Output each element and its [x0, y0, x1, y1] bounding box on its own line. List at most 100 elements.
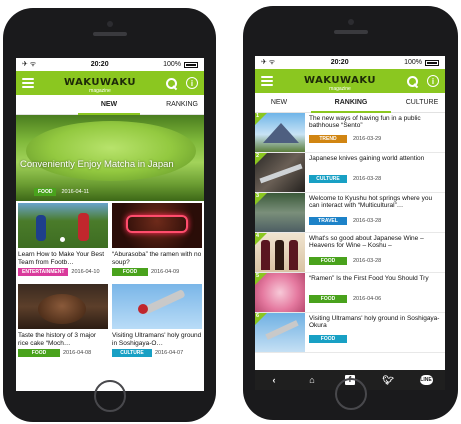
knife-image: 2	[255, 153, 305, 192]
home-icon[interactable]: ⌂	[304, 374, 320, 386]
back-icon[interactable]: ‹	[266, 374, 282, 386]
category-badge: TRAVEL	[309, 217, 347, 225]
category-badge: CULTURE	[112, 349, 152, 357]
article-card[interactable]: Learn How to Make Your Best Team from Fo…	[16, 201, 110, 282]
status-time: 20:20	[90, 61, 109, 68]
battery-percent: 100%	[163, 61, 181, 68]
article-date: 2016-04-10	[71, 269, 100, 275]
info-icon[interactable]: i	[186, 77, 198, 89]
right-screen: ✈ ᯤ 20:20 100% WAKUWAKU magazine i NEW R…	[255, 56, 445, 390]
article-title: “Ramen” Is the First Food You Should Try	[309, 275, 429, 282]
menu-icon[interactable]	[261, 76, 273, 86]
ranking-item[interactable]: 5 “Ramen” Is the First Food You Should T…	[255, 273, 445, 313]
home-button[interactable]	[334, 378, 367, 410]
article-date: 2016-04-09	[151, 269, 180, 275]
wine-bottles-image: 4	[255, 233, 305, 272]
left-phone: ✈ ᯤ 20:20 100% WAKUWAKU magazine i NEW R…	[3, 8, 216, 422]
rank-number: 2	[256, 153, 260, 159]
category-badge: CULTURE	[309, 175, 347, 183]
article-title: Taste the history of 3 major rice cake “…	[18, 332, 97, 347]
app-logo[interactable]: WAKUWAKU magazine	[304, 71, 376, 92]
category-tabs: NEW RANKING CULTURE	[255, 93, 445, 113]
rank-number: 1	[256, 113, 260, 119]
article-date: 2016-03-29	[353, 136, 382, 142]
category-badge: FOOD	[309, 295, 347, 303]
category-tabs: NEW RANKING	[16, 95, 204, 115]
status-bar: ✈ ᯤ 20:20 100%	[16, 58, 204, 71]
ranking-item[interactable]: 4 What's so good about Japanese Wine – H…	[255, 233, 445, 273]
category-badge: FOOD	[309, 257, 347, 265]
app-header: WAKUWAKU magazine i	[255, 69, 445, 93]
app-header: WAKUWAKU magazine i	[16, 71, 204, 95]
menu-icon[interactable]	[22, 78, 34, 88]
category-badge: FOOD	[112, 268, 148, 276]
info-icon[interactable]: i	[427, 75, 439, 87]
article-date: 2016-03-28	[353, 218, 382, 224]
twitter-icon[interactable]: 🐦︎	[380, 374, 396, 386]
article-title: Japanese knives gaining world attention	[309, 155, 425, 162]
article-title: Visiting Ultramans' holy ground in Soshi…	[112, 332, 202, 347]
home-button[interactable]	[93, 380, 126, 412]
tab-new[interactable]: NEW	[255, 93, 303, 113]
featured-article[interactable]: Conveniently Enjoy Matcha in Japan FOOD …	[16, 115, 204, 201]
rank-number: 3	[256, 193, 260, 199]
ranking-item[interactable]: 6 Visiting Ultramans' holy ground in Sos…	[255, 313, 445, 353]
article-title: What's so good about Japanese Wine – Hea…	[309, 235, 424, 250]
tab-ranking[interactable]: RANKING	[303, 93, 399, 113]
article-card[interactable]: Taste the history of 3 major rice cake “…	[16, 282, 110, 363]
category-badge: TREND	[309, 135, 347, 143]
category-badge: FOOD	[34, 188, 57, 196]
article-title: Visiting Ultramans' holy ground in Soshi…	[309, 315, 440, 330]
article-date: 2016-04-06	[353, 296, 382, 302]
article-title: “Aburasoba” the ramen with no soup?	[112, 251, 202, 266]
mount-fuji-image: 1	[255, 113, 305, 152]
ultraman-image	[112, 284, 202, 329]
category-badge: FOOD	[18, 349, 60, 357]
tab-culture[interactable]: CULTURE	[399, 93, 445, 113]
ranking-list: 1 The new ways of having fun in a public…	[255, 113, 445, 353]
neon-sign-image	[112, 203, 202, 248]
article-date: 2016-04-07	[155, 350, 184, 356]
rank-number: 6	[256, 313, 260, 319]
ranking-item[interactable]: 3 Welcome to Kyushu hot springs where yo…	[255, 193, 445, 233]
speaker	[333, 30, 368, 34]
article-date: 2016-04-11	[61, 189, 90, 195]
rank-number: 5	[256, 273, 260, 279]
hot-spring-image: 3	[255, 193, 305, 232]
left-screen: ✈ ᯤ 20:20 100% WAKUWAKU magazine i NEW R…	[16, 58, 204, 391]
logo-subtitle: magazine	[329, 85, 351, 92]
camera	[106, 21, 113, 27]
speaker	[92, 32, 127, 36]
search-icon[interactable]	[407, 75, 418, 87]
soccer-image	[18, 203, 108, 248]
right-phone: ✈ ᯤ 20:20 100% WAKUWAKU magazine i NEW R…	[243, 6, 458, 420]
article-date: 2016-03-28	[353, 258, 382, 264]
battery-icon	[183, 61, 198, 68]
ultraman-image: 6	[255, 313, 305, 352]
ranking-item[interactable]: 1 The new ways of having fun in a public…	[255, 113, 445, 153]
featured-title: Conveniently Enjoy Matcha in Japan	[20, 159, 174, 170]
camera	[347, 19, 354, 25]
ramen-image: 5	[255, 273, 305, 312]
status-bar: ✈ ᯤ 20:20 100%	[255, 56, 445, 69]
category-badge: FOOD	[309, 335, 347, 343]
line-icon[interactable]: LINE	[418, 374, 434, 386]
article-date: 2016-04-08	[63, 350, 92, 356]
matcha-image	[26, 121, 196, 181]
search-icon[interactable]	[166, 77, 177, 89]
battery-icon	[424, 59, 439, 66]
category-badge: ENTERTAINMENT	[18, 268, 69, 276]
article-card[interactable]: “Aburasoba” the ramen with no soup? FOOD…	[110, 201, 204, 282]
logo-text: WAKUWAKU	[303, 74, 377, 86]
logo-text: WAKUWAKU	[63, 76, 137, 88]
tab-new[interactable]: NEW	[78, 95, 140, 115]
logo-subtitle: magazine	[89, 87, 111, 94]
article-date: 2016-03-28	[353, 176, 382, 182]
mochi-image	[18, 284, 108, 329]
article-grid: Learn How to Make Your Best Team from Fo…	[16, 201, 204, 363]
ranking-item[interactable]: 2 Japanese knives gaining world attentio…	[255, 153, 445, 193]
tab-ranking[interactable]: RANKING	[140, 95, 204, 115]
signal-icon: ✈ ᯤ	[261, 59, 276, 66]
app-logo[interactable]: WAKUWAKU magazine	[64, 73, 136, 94]
article-card[interactable]: Visiting Ultramans' holy ground in Soshi…	[110, 282, 204, 363]
